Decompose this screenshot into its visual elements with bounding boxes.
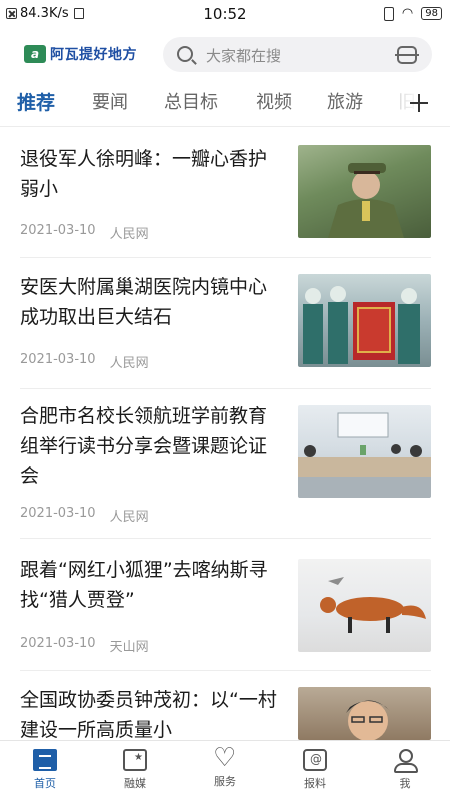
news-thumbnail[interactable] — [298, 145, 431, 238]
scan-icon[interactable] — [395, 46, 419, 64]
app-header: a 阿瓦提好地方 大家都在搜 — [0, 36, 450, 74]
news-thumbnail[interactable] — [298, 274, 431, 367]
wifi-icon: ◠ — [401, 6, 414, 21]
news-thumbnail[interactable] — [298, 559, 431, 652]
man-portrait-image — [346, 700, 390, 740]
status-bar: 84.3K/s 10:52 ◠ 98 — [0, 0, 450, 30]
nav-label: 服务 — [214, 775, 236, 788]
news-title[interactable]: 跟着“网红小狐狸”去喀纳斯寻找“猎人贾登” — [20, 555, 282, 615]
tabs-divider — [0, 126, 450, 127]
battery-indicator: 98 — [421, 7, 442, 20]
me-icon — [393, 749, 418, 773]
status-time: 10:52 — [203, 5, 247, 23]
media-icon — [123, 749, 147, 771]
news-source: 人民网 — [109, 227, 149, 242]
row-divider — [20, 538, 431, 539]
news-title[interactable]: 退役军人徐明峰：一瓣心香护弱小 — [20, 144, 282, 204]
search-placeholder: 大家都在搜 — [206, 47, 282, 65]
nav-me[interactable]: 我 — [375, 749, 435, 791]
news-date: 2021-03-10 — [20, 352, 96, 367]
service-icon — [213, 743, 237, 773]
nav-label: 首页 — [34, 777, 56, 790]
fox-in-snow-image — [320, 577, 426, 633]
app-logo[interactable]: a 阿瓦提好地方 — [24, 44, 137, 64]
nav-service[interactable]: 服务 — [195, 743, 255, 789]
news-meta: 2021-03-10 人民网 — [20, 352, 149, 371]
news-meta: 2021-03-10 人民网 — [20, 223, 149, 242]
row-divider — [20, 670, 431, 671]
news-meta: 2021-03-10 人民网 — [20, 506, 149, 525]
news-title[interactable]: 全国政协委员钟茂初：以“一村建设一所高质量小 — [20, 685, 282, 745]
channel-tabs: 推荐 要闻 总目标 视频 旅游 旧 — [0, 84, 450, 124]
news-source: 天山网 — [109, 640, 149, 655]
news-title[interactable]: 合肥市名校长领航班学前教育组举行读书分享会暨课题论证会 — [20, 401, 282, 491]
nav-label: 我 — [399, 777, 411, 790]
medical-team-image — [303, 286, 420, 364]
add-channel-icon[interactable] — [410, 94, 428, 112]
nav-label: 融媒 — [124, 777, 146, 790]
news-thumbnail[interactable] — [298, 405, 431, 498]
report-icon — [303, 749, 327, 771]
bottom-navigation: 首页 融媒 服务 报料 我 — [0, 740, 450, 800]
tab-recommend[interactable]: 推荐 — [17, 88, 55, 115]
search-bar[interactable]: 大家都在搜 — [163, 37, 432, 72]
row-divider — [20, 388, 431, 389]
home-icon — [33, 749, 57, 771]
search-icon — [177, 46, 193, 62]
status-right: ◠ 98 — [383, 6, 442, 21]
news-date: 2021-03-10 — [20, 223, 96, 238]
row-divider — [20, 257, 431, 258]
news-meta: 2021-03-10 天山网 — [20, 636, 149, 655]
news-date: 2021-03-10 — [20, 636, 96, 651]
news-date: 2021-03-10 — [20, 506, 96, 521]
tab-headlines[interactable]: 要闻 — [92, 88, 128, 114]
nav-label: 报料 — [304, 777, 326, 790]
nav-report[interactable]: 报料 — [285, 749, 345, 791]
meeting-room-image — [298, 412, 431, 498]
news-thumbnail[interactable] — [298, 687, 431, 740]
tab-video[interactable]: 视频 — [256, 88, 292, 114]
logo-text: 阿瓦提好地方 — [50, 47, 137, 63]
news-source: 人民网 — [109, 510, 149, 525]
logo-icon: a — [24, 45, 46, 63]
nav-home[interactable]: 首页 — [15, 749, 75, 791]
soldier-portrait-image — [328, 163, 404, 238]
news-title[interactable]: 安医大附属巢湖医院内镜中心成功取出巨大结石 — [20, 272, 282, 332]
nav-media[interactable]: 融媒 — [105, 749, 165, 791]
tab-travel[interactable]: 旅游 — [327, 88, 363, 114]
vibrate-icon — [383, 6, 394, 21]
news-source: 人民网 — [109, 356, 149, 371]
tab-general-goal[interactable]: 总目标 — [164, 88, 218, 114]
